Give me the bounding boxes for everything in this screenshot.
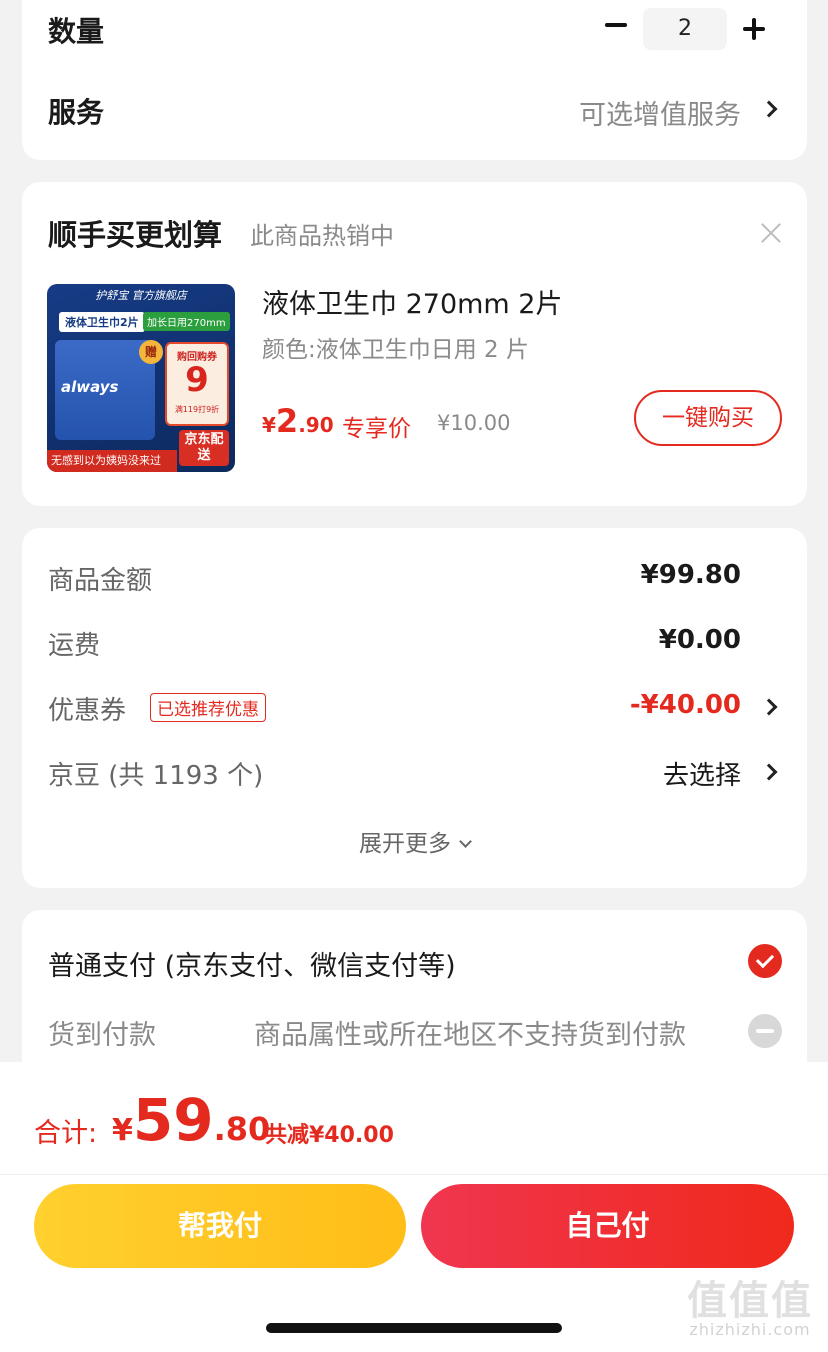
- goods-amount-label: 商品金额: [48, 566, 153, 596]
- thumbnail-coupon: 购回购券 9 满119打9折: [165, 342, 229, 426]
- thumbnail-coupon-number: 9: [185, 360, 209, 400]
- cod-unavailable-note: 商品属性或所在地区不支持货到付款: [254, 1020, 686, 1051]
- addon-recommendation-card: 顺手买更划算 此商品热销中 护舒宝 官方旗舰店 液体卫生巾2片 加长日用270m…: [22, 182, 807, 506]
- expand-more-toggle[interactable]: 展开更多: [22, 824, 807, 858]
- addon-title: 顺手买更划算: [48, 218, 223, 252]
- cod-label: 货到付款: [48, 1020, 156, 1051]
- shipping-value: ¥0.00: [658, 625, 741, 655]
- thumbnail-logo: always: [61, 378, 119, 396]
- service-option-link[interactable]: 可选增值服务: [579, 93, 741, 132]
- thumbnail-brand: 护舒宝 官方旗舰店: [95, 289, 187, 302]
- thumbnail-coupon-sub: 满119打9折: [174, 405, 220, 414]
- service-label: 服务: [48, 96, 105, 129]
- coupon-label[interactable]: 优惠券: [48, 690, 126, 727]
- total-label: 合计:: [34, 1118, 98, 1149]
- addon-price-integer: 2: [275, 402, 299, 440]
- normal-payment-label[interactable]: 普通支付 (京东支付、微信支付等): [48, 944, 456, 983]
- chevron-down-icon: [459, 835, 472, 848]
- addon-subtitle: 此商品热销中: [250, 222, 394, 250]
- addon-price: ¥2.90: [262, 402, 334, 440]
- check-circle-icon[interactable]: [748, 944, 782, 978]
- thumbnail-slogan: 无感到以为姨妈没来过: [47, 450, 177, 472]
- coupon-recommended-badge: 已选推荐优惠: [150, 693, 266, 722]
- pay-myself-button[interactable]: 自己付: [421, 1184, 794, 1268]
- total-price-integer: 59: [132, 1086, 214, 1154]
- thumbnail-gift-badge: 赠: [139, 340, 163, 364]
- disabled-circle-icon: [748, 1014, 782, 1048]
- addon-product-spec: 颜色:液体卫生巾日用 2 片: [262, 337, 530, 363]
- expand-more-label: 展开更多: [359, 831, 451, 857]
- product-thumbnail[interactable]: 护舒宝 官方旗舰店 液体卫生巾2片 加长日用270mm always 赠 购回购…: [47, 284, 235, 472]
- quantity-value[interactable]: 2: [643, 8, 727, 50]
- chevron-right-icon[interactable]: [760, 698, 778, 716]
- goods-amount-value: ¥99.80: [640, 560, 741, 590]
- quantity-label: 数量: [48, 15, 105, 48]
- divider: [0, 1174, 828, 1175]
- thumbnail-jd-delivery: 京东配送: [179, 430, 229, 466]
- addon-product-name[interactable]: 液体卫生巾 270mm 2片: [262, 282, 562, 321]
- shipping-label: 运费: [48, 631, 101, 661]
- total-discount: 共减¥40.00: [265, 1123, 394, 1148]
- total-price-decimal: .80: [213, 1110, 271, 1148]
- watermark-logo: 值值值: [687, 1278, 813, 1324]
- home-indicator[interactable]: [266, 1323, 562, 1333]
- total-price: ¥59.80: [112, 1086, 270, 1154]
- thumbnail-product-name: 液体卫生巾2片: [59, 312, 145, 332]
- coupon-value[interactable]: -¥40.00: [630, 690, 741, 720]
- close-icon[interactable]: [760, 222, 782, 244]
- addon-price-symbol: ¥: [262, 413, 276, 437]
- watermark: 值值值 zhizhizhi.com: [676, 1268, 824, 1348]
- one-click-buy-button[interactable]: 一键购买: [634, 390, 782, 446]
- addon-price-decimal: .90: [298, 413, 334, 437]
- help-me-pay-button[interactable]: 帮我付: [34, 1184, 406, 1268]
- thumbnail-length-tag: 加长日用270mm: [143, 312, 230, 331]
- jd-beans-label[interactable]: 京豆 (共 1193 个): [48, 755, 263, 792]
- jd-beans-select[interactable]: 去选择: [663, 755, 741, 792]
- quantity-decrease-button[interactable]: [602, 10, 632, 40]
- quantity-service-card: 数量 2 服务 可选增值服务: [22, 0, 807, 160]
- total-price-symbol: ¥: [112, 1113, 133, 1148]
- order-summary-card: 商品金额 ¥99.80 运费 ¥0.00 优惠券 已选推荐优惠 -¥40.00 …: [22, 528, 807, 888]
- addon-price-tag: 专享价: [342, 416, 411, 442]
- addon-original-price: ¥10.00: [437, 411, 511, 435]
- chevron-right-icon[interactable]: [760, 763, 778, 781]
- quantity-increase-button[interactable]: [740, 14, 770, 44]
- chevron-right-icon[interactable]: [760, 100, 778, 118]
- watermark-url: zhizhizhi.com: [689, 1320, 811, 1339]
